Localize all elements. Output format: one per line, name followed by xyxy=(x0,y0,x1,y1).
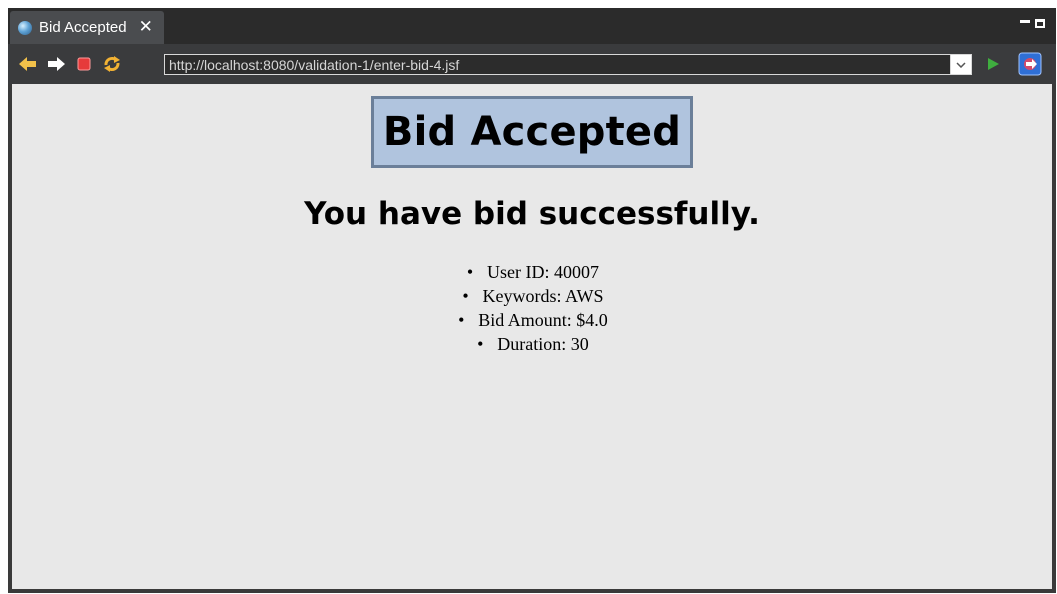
bullet-icon: • xyxy=(466,262,474,282)
minimize-icon[interactable] xyxy=(1020,20,1030,23)
navigation-toolbar xyxy=(8,44,1056,84)
bullet-icon: • xyxy=(462,286,469,306)
bullet-icon: • xyxy=(477,334,484,354)
tab-close-button[interactable]: ✕ xyxy=(139,19,153,36)
window-bottom-border xyxy=(8,589,1056,593)
chevron-down-icon xyxy=(956,61,966,68)
address-bar[interactable] xyxy=(164,54,972,75)
page-content: Bid Accepted You have bid successfully. … xyxy=(12,84,1052,589)
bid-details-list: • User ID: 40007 • Keywords: AWS • Bid Amou… xyxy=(12,260,1052,356)
page-title: Bid Accepted xyxy=(382,109,682,155)
list-item: • User ID: 40007 xyxy=(466,262,599,282)
back-arrow-icon[interactable] xyxy=(19,55,37,73)
bullet-icon: • xyxy=(458,310,465,330)
url-dropdown-button[interactable] xyxy=(950,55,971,74)
refresh-icon[interactable] xyxy=(103,55,121,73)
stop-icon[interactable] xyxy=(75,55,93,73)
success-message: You have bid successfully. xyxy=(304,196,760,232)
tab-bid-accepted[interactable]: Bid Accepted ✕ xyxy=(10,11,164,44)
list-item: • Keywords: AWS xyxy=(462,286,604,306)
tab-title: Bid Accepted xyxy=(39,19,127,36)
open-external-browser-icon[interactable] xyxy=(1018,52,1042,76)
globe-icon xyxy=(18,20,32,35)
list-item: • Bid Amount: $4.0 xyxy=(458,310,608,330)
maximize-icon[interactable] xyxy=(1035,19,1045,28)
forward-arrow-icon[interactable] xyxy=(47,55,65,73)
page-title-box: Bid Accepted xyxy=(371,96,693,168)
browser-window: Bid Accepted ✕ http://localhost:8080/val… xyxy=(8,8,1056,593)
go-play-icon[interactable] xyxy=(984,55,1002,73)
tab-strip: Bid Accepted ✕ xyxy=(8,8,1056,44)
url-input[interactable] xyxy=(165,55,950,74)
list-item: • Duration: 30 xyxy=(477,334,589,354)
